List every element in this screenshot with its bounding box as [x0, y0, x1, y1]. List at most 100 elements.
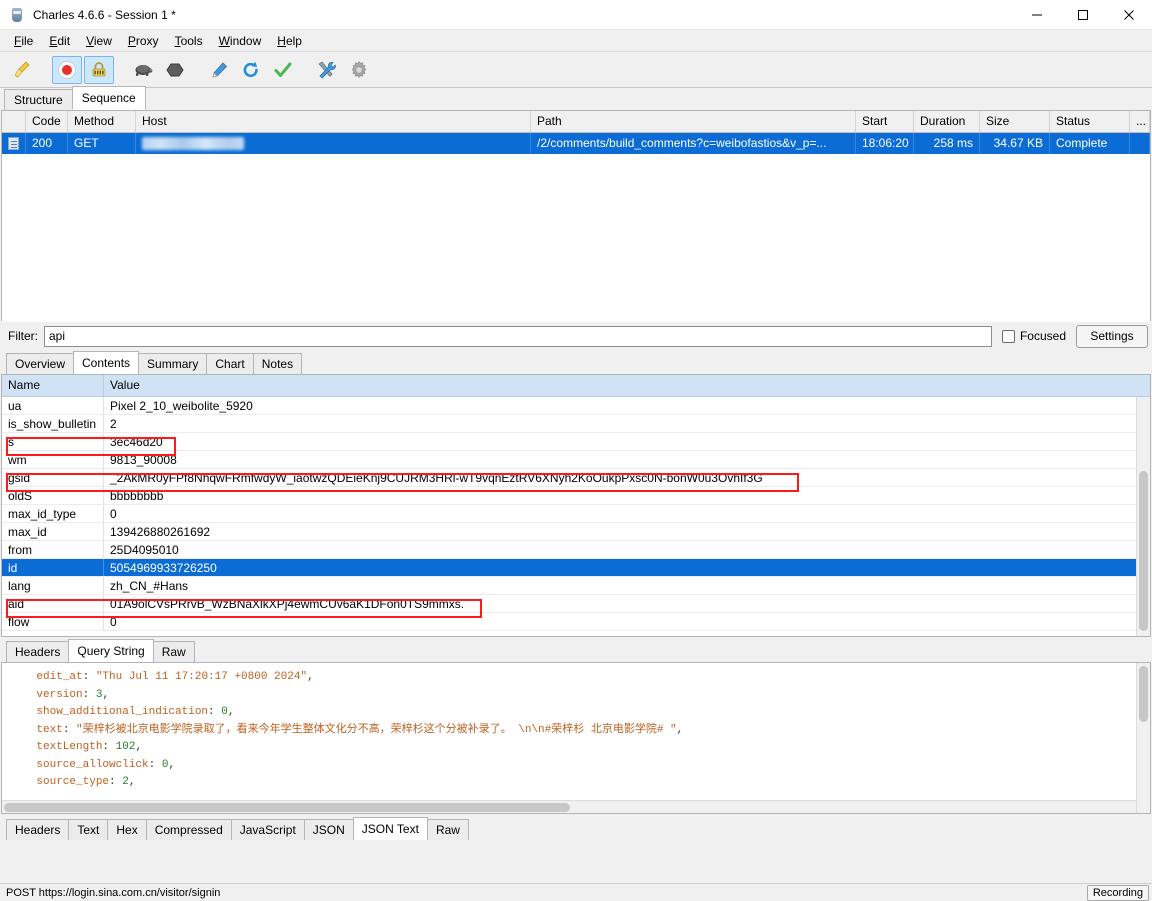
tab-response-json-text[interactable]: JSON Text: [352, 817, 428, 840]
record-icon[interactable]: [52, 55, 82, 84]
tab-response-headers[interactable]: Headers: [6, 819, 70, 840]
tab-structure[interactable]: Structure: [4, 89, 73, 110]
tools-icon[interactable]: [312, 56, 342, 84]
throttle-turtle-icon[interactable]: [128, 56, 158, 84]
menu-window[interactable]: Window: [211, 32, 270, 50]
json-key: version: [36, 688, 83, 701]
col-more[interactable]: ...: [1130, 111, 1150, 132]
tab-summary[interactable]: Summary: [138, 353, 208, 374]
params-scrollbar-thumb[interactable]: [1139, 471, 1148, 631]
col-status[interactable]: Status: [1050, 111, 1130, 132]
menu-help[interactable]: Help: [269, 32, 310, 50]
col-path[interactable]: Path: [531, 111, 856, 132]
tab-sequence[interactable]: Sequence: [71, 86, 146, 110]
json-horizontal-scrollbar[interactable]: [2, 800, 1136, 813]
param-row-from[interactable]: from 25D4095010: [2, 541, 1150, 559]
tab-response-json[interactable]: JSON: [303, 819, 354, 840]
col-duration[interactable]: Duration: [914, 111, 980, 132]
close-icon[interactable]: [1106, 0, 1152, 30]
tab-notes[interactable]: Notes: [252, 353, 303, 374]
param-row-olds[interactable]: oldS bbbbbbbb: [2, 487, 1150, 505]
param-name: id: [2, 559, 104, 576]
col-code[interactable]: Code: [26, 111, 68, 132]
json-text-viewer[interactable]: edit_at: "Thu Jul 11 17:20:17 +0800 2024…: [1, 662, 1151, 814]
repeat-refresh-icon[interactable]: [236, 56, 266, 84]
breakpoints-icon[interactable]: [160, 56, 190, 84]
json-line: show_additional_indication: 0,: [36, 706, 235, 718]
col-host[interactable]: Host: [136, 111, 531, 132]
focused-checkbox[interactable]: [1001, 329, 1015, 343]
tab-response-raw[interactable]: Raw: [426, 819, 469, 840]
json-trail: ,: [307, 671, 314, 683]
json-vertical-scrollbar-thumb[interactable]: [1139, 666, 1148, 722]
tab-response-hex[interactable]: Hex: [107, 819, 147, 840]
ssl-proxying-icon[interactable]: [84, 55, 114, 84]
row-document-icon: [2, 133, 26, 154]
menu-file-label: ile: [21, 33, 34, 48]
param-row-s[interactable]: s 3ec46d20: [2, 433, 1150, 451]
param-row-id[interactable]: id 5054969933726250: [2, 559, 1150, 577]
json-line: edit_at: "Thu Jul 11 17:20:17 +0800 2024…: [36, 671, 314, 683]
tab-query-string[interactable]: Query String: [68, 639, 154, 662]
row-host-redacted: [136, 133, 531, 154]
menu-edit[interactable]: Edit: [41, 32, 78, 50]
clear-session-icon[interactable]: [8, 56, 38, 84]
minimize-icon[interactable]: [1014, 0, 1060, 30]
col-param-value[interactable]: Value: [104, 375, 1150, 396]
row-path: /2/comments/build_comments?c=weibofastio…: [531, 133, 856, 154]
json-value: 2: [122, 776, 129, 788]
menu-view[interactable]: View: [78, 32, 120, 50]
param-row-max-id-type[interactable]: max_id_type 0: [2, 505, 1150, 523]
param-row-aid[interactable]: aid 01A9olCVsPRrvB_WzBNaXlkXPj4ewmCUv6aK…: [2, 595, 1150, 613]
param-value: 139426880261692: [110, 525, 211, 539]
tab-response-compressed[interactable]: Compressed: [145, 819, 232, 840]
focused-checkbox-group[interactable]: Focused: [1001, 329, 1066, 343]
param-row-flow[interactable]: flow 0: [2, 613, 1150, 631]
title-bar: Charles 4.6.6 - Session 1 *: [0, 0, 1152, 30]
param-name: wm: [2, 451, 104, 468]
json-horizontal-scrollbar-thumb[interactable]: [4, 803, 570, 812]
table-row[interactable]: 200 GET /2/comments/build_comments?c=wei…: [2, 133, 1150, 154]
tab-request-headers[interactable]: Headers: [6, 641, 70, 662]
row-status: Complete: [1050, 133, 1130, 154]
param-name: from: [2, 541, 104, 558]
settings-gear-icon[interactable]: [344, 56, 374, 84]
param-name: max_id: [2, 523, 104, 540]
param-row-is-show-bulletin[interactable]: is_show_bulletin 2: [2, 415, 1150, 433]
validate-check-icon[interactable]: [268, 56, 298, 84]
json-vertical-scrollbar[interactable]: [1136, 663, 1150, 813]
menu-proxy[interactable]: Proxy: [120, 32, 167, 50]
tab-chart[interactable]: Chart: [206, 353, 254, 374]
tab-contents[interactable]: Contents: [73, 351, 140, 374]
param-row-max-id[interactable]: max_id 139426880261692: [2, 523, 1150, 541]
params-scrollbar[interactable]: [1136, 397, 1150, 636]
tab-response-text[interactable]: Text: [68, 819, 109, 840]
menu-tools[interactable]: Tools: [167, 32, 211, 50]
param-row-lang[interactable]: lang zh_CN_#Hans: [2, 577, 1150, 595]
col-size[interactable]: Size: [980, 111, 1050, 132]
menu-window-mnemonic: W: [218, 33, 230, 48]
recording-status-badge[interactable]: Recording: [1086, 884, 1149, 901]
param-row-gsid[interactable]: gsid _2AkMR0yFPf8NhqwFRmfwdyW_iaotwzQDEi…: [2, 469, 1150, 487]
compose-pen-icon[interactable]: [204, 56, 234, 84]
menu-help-label: elp: [285, 33, 302, 48]
session-table-empty-area[interactable]: [2, 154, 1150, 322]
menu-file[interactable]: File: [6, 32, 41, 50]
col-start[interactable]: Start: [856, 111, 914, 132]
param-row-wm[interactable]: wm 9813_90008: [2, 451, 1150, 469]
tab-overview[interactable]: Overview: [6, 353, 75, 374]
filter-input[interactable]: [44, 325, 992, 347]
col-param-name[interactable]: Name: [2, 375, 104, 396]
maximize-icon[interactable]: [1060, 0, 1106, 30]
col-method[interactable]: Method: [68, 111, 136, 132]
json-key: source_allowclick: [36, 758, 149, 771]
json-value: 102: [115, 741, 136, 753]
tab-response-javascript[interactable]: JavaScript: [230, 819, 305, 840]
param-name: flow: [2, 613, 104, 630]
settings-button[interactable]: Settings: [1076, 324, 1148, 348]
param-value: zh_CN_#Hans: [110, 579, 189, 593]
window-controls: [1014, 0, 1152, 30]
param-row-ua[interactable]: ua Pixel 2_10_weibolite_5920: [2, 397, 1150, 415]
params-table-header: Name Value: [2, 375, 1150, 397]
tab-request-raw[interactable]: Raw: [152, 641, 195, 662]
